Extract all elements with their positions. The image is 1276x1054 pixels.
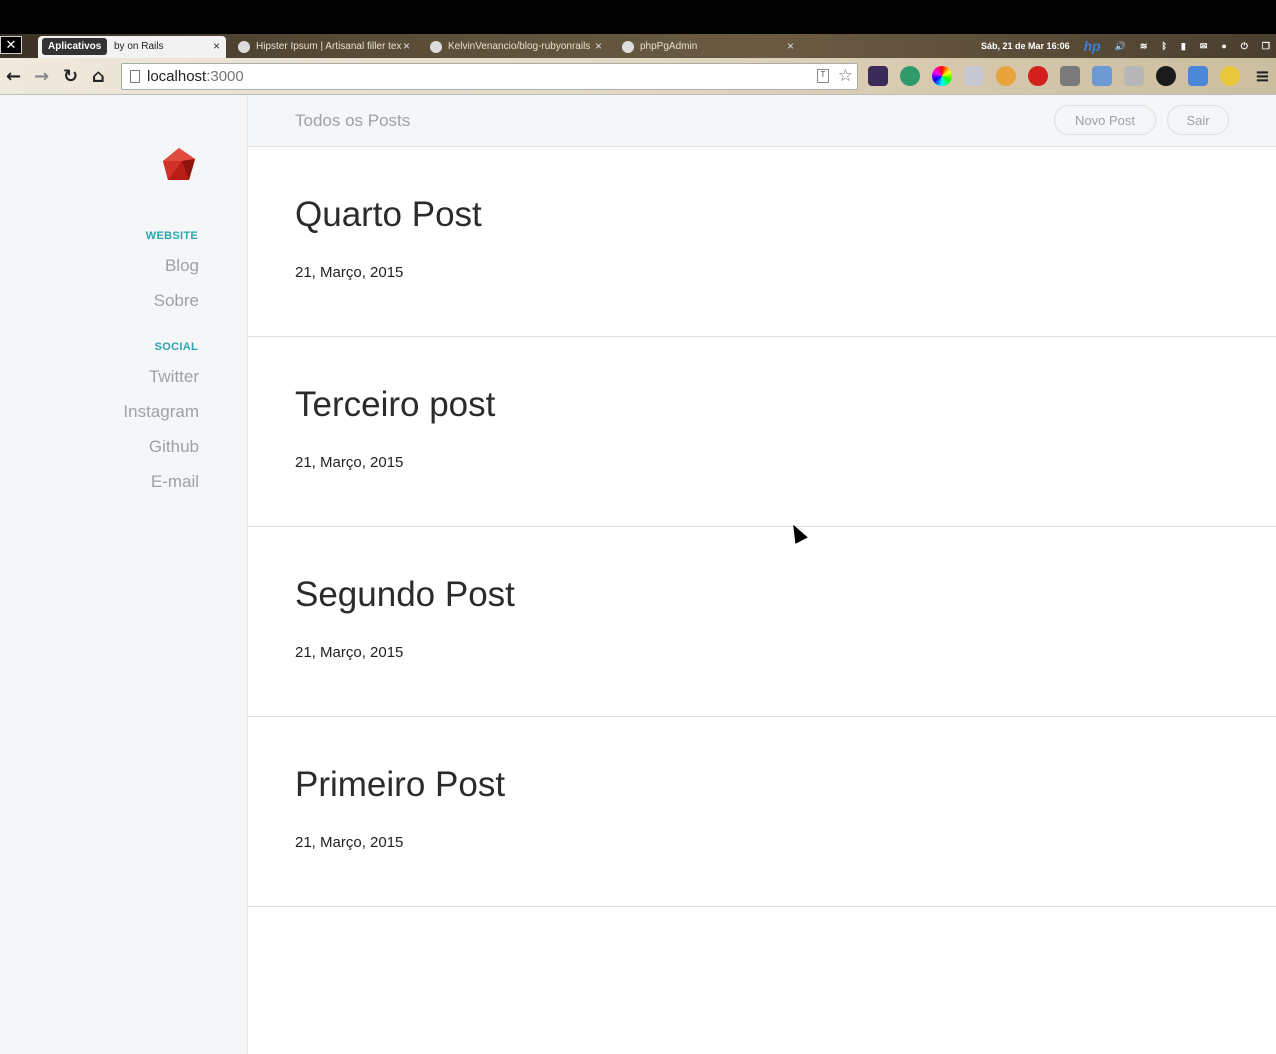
- sidebar-item-twitter[interactable]: Twitter: [149, 367, 199, 387]
- post-date: 21, Março, 2015: [295, 264, 404, 281]
- extension-face-icon[interactable]: [1220, 66, 1240, 86]
- extension-color-icon[interactable]: [932, 66, 952, 86]
- url-port: :3000: [206, 68, 244, 85]
- tab-github[interactable]: KelvinVenancio/blog-rubyonrails ×: [422, 36, 608, 58]
- post-title[interactable]: Terceiro post: [295, 385, 495, 425]
- sidebar-heading-social: SOCIAL: [154, 341, 198, 353]
- browser-menu-icon[interactable]: ≡: [1255, 66, 1270, 87]
- github-icon: [430, 41, 442, 53]
- extension-ip-icon[interactable]: [1124, 66, 1144, 86]
- sidebar-item-instagram[interactable]: Instagram: [123, 402, 199, 422]
- post-title[interactable]: Quarto Post: [295, 195, 482, 235]
- bookmark-star-icon[interactable]: ☆: [838, 66, 853, 86]
- tab-label: Hipster Ipsum | Artisanal filler tex: [256, 41, 402, 52]
- post-date: 21, Março, 2015: [295, 644, 404, 661]
- reload-icon[interactable]: ↻: [63, 66, 78, 87]
- address-bar[interactable]: localhost:3000 T ☆: [121, 63, 858, 90]
- tab-hipster-ipsum[interactable]: Hipster Ipsum | Artisanal filler tex ×: [230, 36, 416, 58]
- tab-label: KelvinVenancio/blog-rubyonrails: [448, 41, 591, 52]
- sidebar-item-email[interactable]: E-mail: [151, 472, 199, 492]
- google-icon: [238, 41, 250, 53]
- post-date: 21, Março, 2015: [295, 834, 404, 851]
- user-icon[interactable]: ●: [1221, 41, 1226, 51]
- post-item[interactable]: Primeiro Post 21, Março, 2015: [248, 717, 1276, 907]
- mail-icon[interactable]: ✉: [1200, 41, 1208, 52]
- extension-alarm-icon[interactable]: [996, 66, 1016, 86]
- system-tray: Sáb, 21 de Mar 16:06 hp 🔊 ≋ ᛒ ▮ ✉ ● ⏻ ❐: [981, 36, 1276, 56]
- home-icon[interactable]: ⌂: [92, 66, 105, 87]
- power-icon[interactable]: ⏻: [1241, 41, 1248, 52]
- extension-recycle-icon[interactable]: [1060, 66, 1080, 86]
- translate-icon[interactable]: T: [817, 69, 829, 83]
- system-top-bar: [0, 0, 1276, 34]
- page-icon: [130, 70, 140, 83]
- elephant-icon: [622, 41, 634, 53]
- extension-icons: [868, 66, 1240, 86]
- hp-logo: hp: [1083, 38, 1101, 54]
- back-icon[interactable]: ←: [6, 66, 21, 87]
- tab-close-icon[interactable]: ×: [787, 39, 794, 53]
- extension-bird-icon[interactable]: [868, 66, 888, 86]
- tab-phppgadmin[interactable]: phpPgAdmin ×: [614, 36, 800, 58]
- sidebar: [0, 95, 248, 1054]
- post-item[interactable]: Terceiro post 21, Março, 2015: [248, 337, 1276, 527]
- post-date: 21, Março, 2015: [295, 454, 404, 471]
- post-title[interactable]: Primeiro Post: [295, 765, 505, 805]
- post-item[interactable]: Segundo Post 21, Março, 2015: [248, 527, 1276, 717]
- bluetooth-icon[interactable]: ᛒ: [1161, 41, 1166, 51]
- ruby-logo-icon[interactable]: [162, 147, 196, 181]
- wifi-icon[interactable]: ≋: [1140, 41, 1148, 52]
- sidebar-item-sobre[interactable]: Sobre: [154, 291, 199, 311]
- page-title: Todos os Posts: [295, 111, 411, 130]
- tab-close-icon[interactable]: ×: [595, 39, 602, 53]
- url-host: localhost: [147, 68, 207, 85]
- new-post-button[interactable]: Novo Post: [1054, 105, 1156, 135]
- close-window-icon[interactable]: ✕: [0, 36, 22, 54]
- sidebar-item-blog[interactable]: Blog: [165, 256, 199, 276]
- extension-window-icon[interactable]: [1092, 66, 1112, 86]
- tab-label: phpPgAdmin: [640, 41, 698, 52]
- logout-button[interactable]: Sair: [1167, 105, 1229, 135]
- extension-stop-icon[interactable]: [1028, 66, 1048, 86]
- battery-icon[interactable]: ▮: [1181, 41, 1186, 52]
- sidebar-heading-website: WEBSITE: [145, 230, 198, 242]
- url-text[interactable]: localhost:3000: [147, 68, 244, 85]
- clock: Sáb, 21 de Mar 16:06: [981, 41, 1070, 51]
- volume-icon[interactable]: 🔊: [1115, 41, 1126, 52]
- apps-shortcut[interactable]: Aplicativos: [42, 38, 108, 55]
- extension-shield-icon[interactable]: [900, 66, 920, 86]
- sidebar-item-github[interactable]: Github: [149, 437, 199, 457]
- extension-notes-icon[interactable]: [964, 66, 984, 86]
- window-switch-icon[interactable]: ❐: [1262, 41, 1270, 52]
- post-title[interactable]: Segundo Post: [295, 575, 515, 615]
- post-item[interactable]: Quarto Post 21, Março, 2015: [248, 147, 1276, 337]
- forward-icon[interactable]: →: [34, 66, 49, 87]
- tab-close-icon[interactable]: ×: [213, 39, 220, 53]
- extension-circle-icon[interactable]: [1156, 66, 1176, 86]
- tab-close-icon[interactable]: ×: [403, 39, 410, 53]
- extension-translate-icon[interactable]: [1188, 66, 1208, 86]
